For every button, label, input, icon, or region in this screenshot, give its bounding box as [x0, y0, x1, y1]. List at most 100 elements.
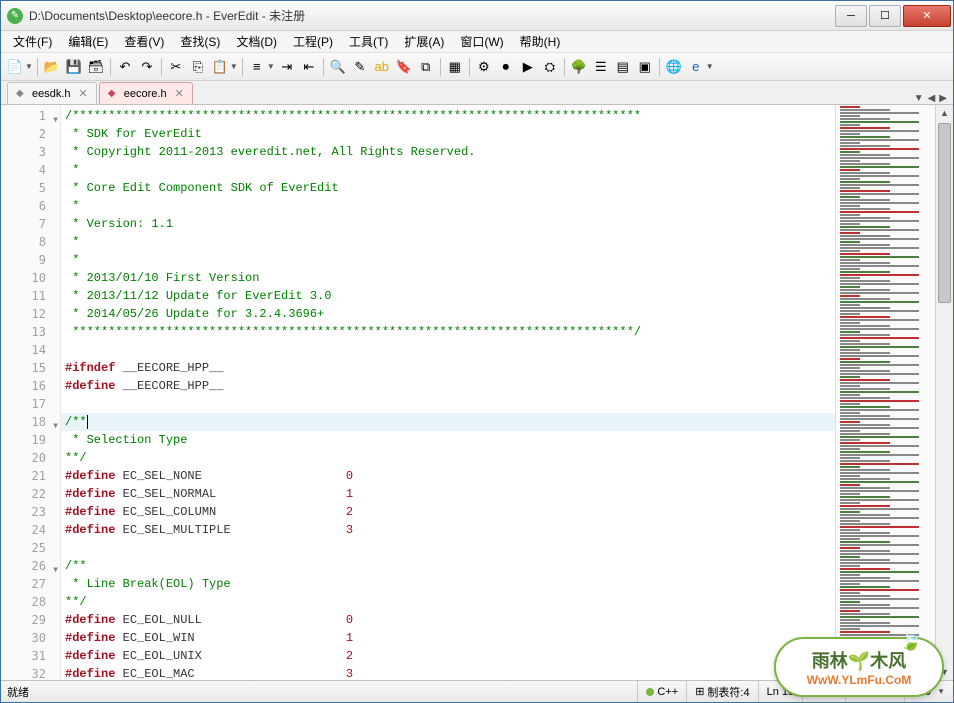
tab-dropdown-icon[interactable]: ▼ [914, 93, 924, 104]
cut-button[interactable]: ✂ [166, 57, 186, 77]
code-line[interactable]: #define EC_EOL_UNIX 2 [61, 647, 835, 665]
code-line[interactable]: #ifndef __EECORE_HPP__ [61, 359, 835, 377]
paste-button[interactable]: 📋 [210, 57, 230, 77]
code-line[interactable]: #define EC_EOL_WIN 1 [61, 629, 835, 647]
line-number: 16 [1, 377, 60, 395]
list-button[interactable]: ☰ [591, 57, 611, 77]
code-line[interactable]: * Selection Type [61, 431, 835, 449]
find-button[interactable]: 🔍 [328, 57, 348, 77]
code-line[interactable] [61, 341, 835, 359]
menu-查找s[interactable]: 查找(S) [172, 31, 228, 52]
bookmark2-button[interactable]: ⧉ [416, 57, 436, 77]
ie-button[interactable]: e [686, 57, 706, 77]
tab-prev-icon[interactable]: ◀ [928, 93, 936, 104]
code-line[interactable]: * SDK for EverEdit [61, 125, 835, 143]
bookmark-button[interactable]: 🔖 [394, 57, 414, 77]
redo-button[interactable]: ↷ [137, 57, 157, 77]
replace-button[interactable]: ✎ [350, 57, 370, 77]
code-line[interactable]: #define EC_SEL_COLUMN 2 [61, 503, 835, 521]
code-line[interactable]: ****************************************… [61, 323, 835, 341]
scroll-up-icon[interactable]: ▲ [936, 105, 953, 121]
menu-帮助h[interactable]: 帮助(H) [512, 31, 569, 52]
status-tab[interactable]: ⊞ 制表符:4 [686, 681, 757, 702]
globe-button[interactable]: 🌐 [664, 57, 684, 77]
code-line[interactable]: #define EC_EOL_NULL 0 [61, 611, 835, 629]
code-line[interactable]: **/ [61, 449, 835, 467]
menu-文件f[interactable]: 文件(F) [5, 31, 60, 52]
code-line[interactable]: #define __EECORE_HPP__ [61, 377, 835, 395]
undo-button[interactable]: ↶ [115, 57, 135, 77]
tab-close-icon[interactable]: ✕ [79, 87, 88, 100]
code-line[interactable]: /** [61, 557, 835, 575]
highlight-button[interactable]: ab [372, 57, 392, 77]
line-number: 21 [1, 467, 60, 485]
code-line[interactable]: * [61, 251, 835, 269]
code-line[interactable]: * 2014/05/26 Update for 3.2.4.3696+ [61, 305, 835, 323]
code-line[interactable]: /** [61, 413, 835, 431]
code-line[interactable]: * Core Edit Component SDK of EverEdit [61, 179, 835, 197]
code-line[interactable]: * 2013/11/12 Update for EverEdit 3.0 [61, 287, 835, 305]
tab-close-icon[interactable]: ✕ [175, 87, 184, 100]
code-line[interactable]: * Line Break(EOL) Type [61, 575, 835, 593]
saveall-button[interactable]: 🗃 [86, 57, 106, 77]
code-line[interactable]: /***************************************… [61, 107, 835, 125]
menu-扩展a[interactable]: 扩展(A) [396, 31, 452, 52]
code-line[interactable]: * Copyright 2011-2013 everedit.net, All … [61, 143, 835, 161]
tab-eecore-h[interactable]: ◆eecore.h✕ [99, 82, 193, 104]
line-number: 26▼ [1, 557, 60, 575]
outdent-button[interactable]: ⇤ [299, 57, 319, 77]
app-icon: ✎ [7, 8, 23, 24]
copy-button[interactable]: ⎘ [188, 57, 208, 77]
minimap[interactable] [835, 105, 935, 680]
code-line[interactable]: * 2013/01/10 First Version [61, 269, 835, 287]
term-button[interactable]: ▣ [635, 57, 655, 77]
line-number: 10 [1, 269, 60, 287]
close-button[interactable]: ✕ [903, 5, 951, 27]
menu-窗口w[interactable]: 窗口(W) [452, 31, 511, 52]
code-line[interactable] [61, 539, 835, 557]
file-icon: ◆ [108, 88, 120, 100]
new-button[interactable]: 📄 [5, 57, 25, 77]
tab-eesdk-h[interactable]: ◆eesdk.h✕ [7, 82, 97, 104]
open-button[interactable]: 📂 [42, 57, 62, 77]
line-number: 27 [1, 575, 60, 593]
indent-button[interactable]: ⇥ [277, 57, 297, 77]
menu-编辑e[interactable]: 编辑(E) [60, 31, 116, 52]
line-number: 29 [1, 611, 60, 629]
vertical-scrollbar[interactable]: ▲ ▼ [935, 105, 953, 680]
code-line[interactable]: #define EC_SEL_MULTIPLE 3 [61, 521, 835, 539]
menu-文档d[interactable]: 文档(D) [228, 31, 285, 52]
menu-工具t[interactable]: 工具(T) [341, 31, 396, 52]
macro-button[interactable]: ⚙ [474, 57, 494, 77]
play-button[interactable]: ▶ [518, 57, 538, 77]
cfg-button[interactable]: ⛭ [540, 57, 560, 77]
code-line[interactable]: **/ [61, 593, 835, 611]
maximize-button[interactable]: ☐ [869, 5, 901, 27]
code-line[interactable]: #define EC_EOL_MAC 3 [61, 665, 835, 680]
tree-button[interactable]: 🌳 [569, 57, 589, 77]
paste-dropdown[interactable]: ▼ [230, 62, 238, 71]
pane-button[interactable]: ▦ [445, 57, 465, 77]
code-line[interactable] [61, 395, 835, 413]
status-ready: 就绪 [1, 684, 637, 700]
line-number: 12 [1, 305, 60, 323]
code-line[interactable]: #define EC_SEL_NONE 0 [61, 467, 835, 485]
grid-button[interactable]: ▤ [613, 57, 633, 77]
menu-工程p[interactable]: 工程(P) [285, 31, 341, 52]
code-line[interactable]: #define EC_SEL_NORMAL 1 [61, 485, 835, 503]
menu-查看v[interactable]: 查看(V) [116, 31, 172, 52]
window-title: D:\Documents\Desktop\eecore.h - EverEdit… [29, 7, 833, 24]
wrap-button[interactable]: ≡ [247, 57, 267, 77]
minimize-button[interactable]: ─ [835, 5, 867, 27]
record-button[interactable]: ⏺ [496, 57, 516, 77]
code-line[interactable]: * [61, 233, 835, 251]
status-lang[interactable]: C++ [637, 681, 686, 702]
code-area[interactable]: /***************************************… [61, 105, 835, 680]
scroll-thumb[interactable] [938, 123, 951, 303]
code-line[interactable]: * Version: 1.1 [61, 215, 835, 233]
save-button[interactable]: 💾 [64, 57, 84, 77]
code-line[interactable]: * [61, 161, 835, 179]
tab-next-icon[interactable]: ▶ [939, 93, 947, 104]
code-line[interactable]: * [61, 197, 835, 215]
new-dropdown[interactable]: ▼ [25, 62, 33, 71]
